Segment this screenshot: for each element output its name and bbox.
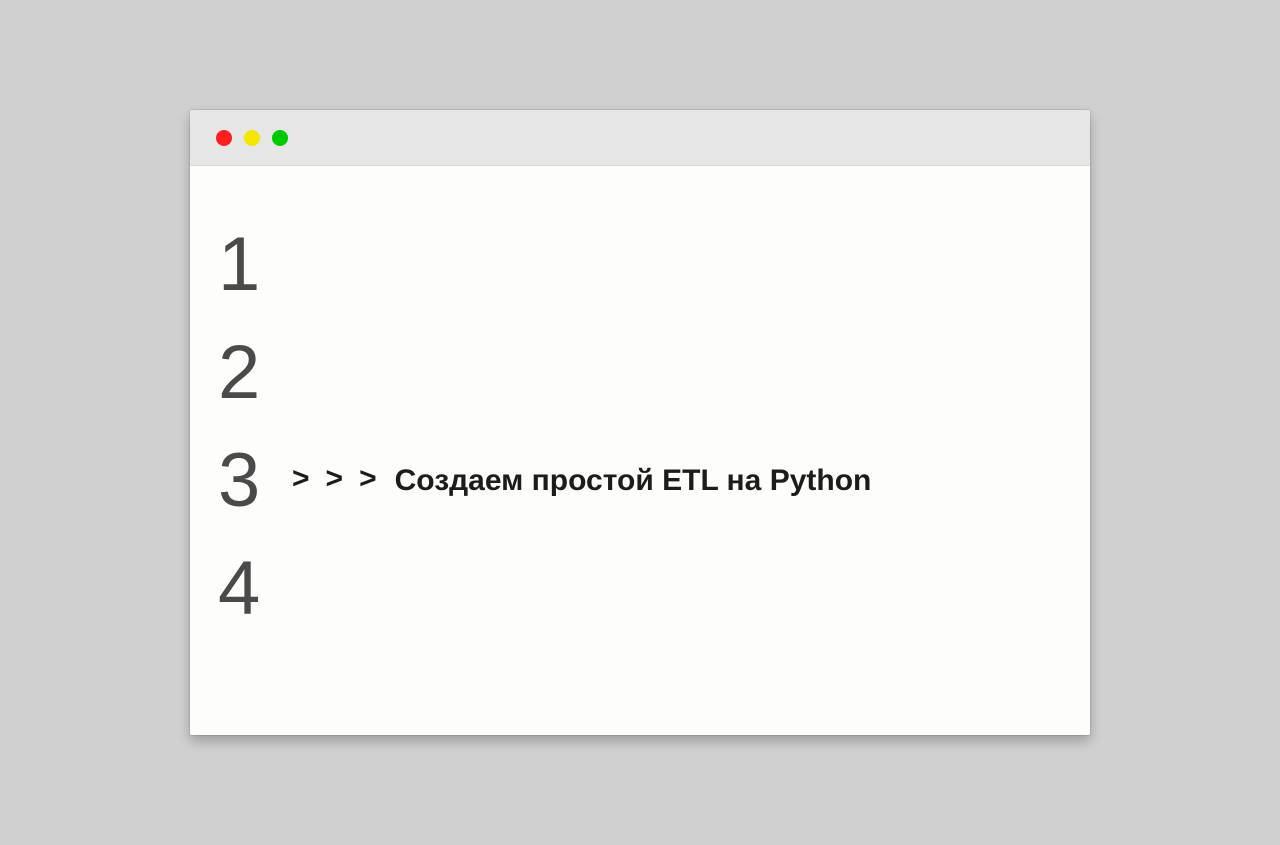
minimize-button[interactable] bbox=[244, 130, 260, 146]
editor-line: 2 bbox=[218, 319, 1090, 427]
line-number: 1 bbox=[218, 227, 292, 303]
editor-line: 1 bbox=[218, 211, 1090, 319]
close-button[interactable] bbox=[216, 130, 232, 146]
editor-line: 4 bbox=[218, 535, 1090, 643]
editor-line: 3 > > > Создаем простой ETL на Python bbox=[218, 427, 1090, 535]
line-number: 4 bbox=[218, 551, 292, 627]
editor-window: 1 2 3 > > > Создаем простой ETL на Pytho… bbox=[190, 110, 1090, 735]
titlebar bbox=[190, 110, 1090, 166]
prompt-line: > > > Создаем простой ETL на Python bbox=[292, 466, 871, 496]
editor-area: 1 2 3 > > > Создаем простой ETL на Pytho… bbox=[190, 166, 1090, 735]
chevron-right-icon: > bbox=[326, 464, 344, 494]
line-number: 2 bbox=[218, 335, 292, 411]
maximize-button[interactable] bbox=[272, 130, 288, 146]
line-number: 3 bbox=[218, 443, 292, 519]
chevron-right-icon: > bbox=[292, 464, 310, 494]
prompt-text: Создаем простой ETL на Python bbox=[395, 466, 872, 496]
chevron-right-icon: > bbox=[359, 464, 377, 494]
